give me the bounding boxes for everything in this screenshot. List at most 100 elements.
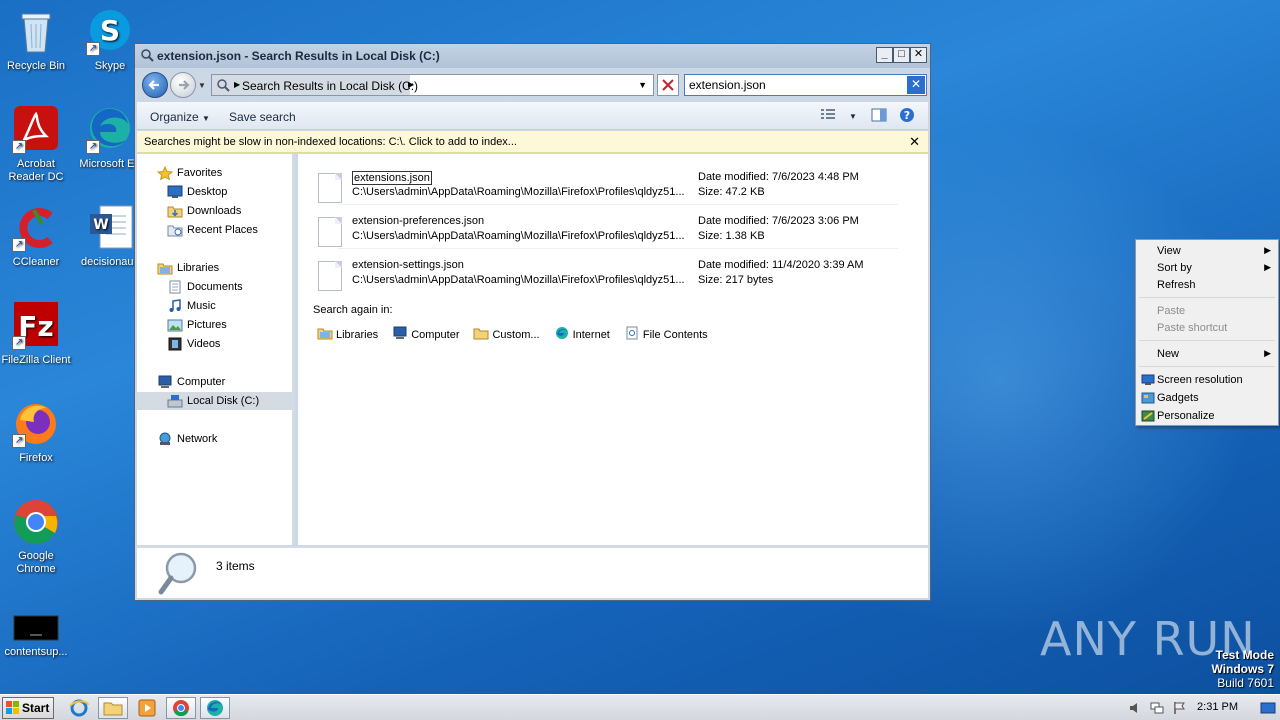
start-button[interactable]: Start xyxy=(2,697,54,719)
preview-pane-icon[interactable] xyxy=(871,108,887,125)
search-input[interactable] xyxy=(685,75,905,95)
nav-recent-places-label: Recent Places xyxy=(187,224,258,236)
submenu-arrow-icon: ▶ xyxy=(1264,245,1271,255)
search-again-label: Search again in: xyxy=(313,304,393,316)
nav-libraries-label: Libraries xyxy=(177,262,220,274)
desktop-icon-ccleaner[interactable]: ↗ CCleaner xyxy=(0,204,74,269)
recent-pages-chevron-icon[interactable]: ▼ xyxy=(198,81,206,90)
action-center-flag-icon[interactable] xyxy=(1172,701,1186,718)
menu-item-paste-shortcut: Paste shortcut xyxy=(1157,322,1228,334)
desktop-icon-filezilla[interactable]: Fz ↗ FileZilla Client xyxy=(0,302,74,367)
test-mode-text: Test Mode Windows 7 Build 7601 xyxy=(1211,648,1274,690)
menu-item-sort-by[interactable]: Sort by xyxy=(1157,262,1192,274)
address-bar[interactable]: ▶ Search Results in Local Disk (C:) ▶ ▼ xyxy=(211,74,654,96)
organize-button[interactable]: Organize ▼ xyxy=(150,110,210,124)
desktop-icon-label: contentsup... xyxy=(4,646,68,658)
svg-text:?: ? xyxy=(904,109,910,122)
help-icon[interactable]: ? xyxy=(899,107,915,126)
svg-text:W: W xyxy=(93,217,108,233)
star-icon xyxy=(156,165,174,181)
result-date: Date modified: 7/6/2023 3:06 PM xyxy=(698,215,859,227)
test-mode-line1: Test Mode xyxy=(1215,648,1274,662)
file-icon xyxy=(318,173,342,203)
back-button[interactable] xyxy=(142,72,168,98)
search-again-options: Libraries Computer Custom... Internet Fi… xyxy=(317,326,708,343)
chrome-icon xyxy=(173,700,189,717)
menu-item-new[interactable]: New xyxy=(1157,348,1179,360)
svg-text:S: S xyxy=(100,14,120,47)
libraries-icon xyxy=(317,326,333,343)
result-item[interactable]: extension-preferences.json C:\Users\admi… xyxy=(312,212,912,250)
test-mode-line3: Build 7601 xyxy=(1217,676,1274,690)
result-item[interactable]: extensions.json C:\Users\admin\AppData\R… xyxy=(312,168,912,206)
desktop-icon-label: Recycle Bin xyxy=(6,60,66,72)
stop-search-button[interactable] xyxy=(657,74,679,96)
result-item[interactable]: extension-settings.json C:\Users\admin\A… xyxy=(312,256,912,294)
desktop-icon-chrome[interactable]: Google Chrome xyxy=(0,498,74,576)
taskbar-edge[interactable] xyxy=(200,697,230,719)
clock[interactable]: 2:31 PM xyxy=(1197,701,1238,713)
desktop-context-menu: View ▶ Sort by ▶ Refresh Paste Paste sho… xyxy=(1135,239,1279,426)
crumb-chevron-icon[interactable]: ▶ xyxy=(234,80,240,89)
show-desktop-icon[interactable] xyxy=(1260,700,1276,719)
menu-item-screen-resolution[interactable]: Screen resolution xyxy=(1157,374,1243,386)
address-crumb[interactable]: Search Results in Local Disk (C:) xyxy=(242,79,418,93)
desktop-icon-contentsup[interactable]: contentsup... xyxy=(0,614,74,659)
taskbar: Start 2:31 PM xyxy=(0,694,1280,720)
view-options-chevron-icon[interactable]: ▼ xyxy=(849,112,857,121)
maximize-button[interactable]: □ xyxy=(893,47,910,63)
menu-item-gadgets[interactable]: Gadgets xyxy=(1157,392,1199,404)
address-dropdown-icon[interactable]: ▼ xyxy=(638,80,647,90)
search-again-internet[interactable]: Internet xyxy=(554,326,610,343)
desktop-icon-label: Microsoft Ed xyxy=(79,158,141,170)
result-path: C:\Users\admin\AppData\Roaming\Mozilla\F… xyxy=(352,186,685,198)
menu-item-view[interactable]: View xyxy=(1157,245,1181,257)
clear-search-icon[interactable]: ✕ xyxy=(907,76,925,94)
menu-item-personalize[interactable]: Personalize xyxy=(1157,410,1214,422)
nav-local-disk[interactable]: Local Disk (C:) xyxy=(137,392,292,410)
videos-icon xyxy=(167,337,183,351)
music-icon xyxy=(167,299,183,313)
search-box[interactable]: ✕ xyxy=(684,74,927,96)
skype-icon: S ↗ xyxy=(86,8,134,56)
desktop-icon-label: decisionaus xyxy=(80,256,140,268)
result-path: C:\Users\admin\AppData\Roaming\Mozilla\F… xyxy=(352,230,685,242)
divider xyxy=(338,204,898,205)
search-again-internet-label: Internet xyxy=(572,328,610,341)
gadgets-icon xyxy=(1141,392,1155,404)
desktop-icon-recycle-bin[interactable]: Recycle Bin xyxy=(0,8,74,73)
search-again-file-contents[interactable]: File Contents xyxy=(624,326,708,343)
search-again-libraries[interactable]: Libraries xyxy=(317,326,378,343)
result-name: extension-settings.json xyxy=(352,259,464,271)
close-button[interactable]: ✕ xyxy=(910,47,927,63)
file-icon xyxy=(318,261,342,291)
word-doc-icon: W xyxy=(86,204,134,252)
save-search-button[interactable]: Save search xyxy=(229,110,296,124)
desktop-icon-firefox[interactable]: ↗ Firefox xyxy=(0,400,74,465)
desktop-folder-icon xyxy=(167,185,183,199)
crumb-dropdown-icon[interactable]: ▶ xyxy=(408,80,414,89)
speaker-icon[interactable] xyxy=(1128,701,1142,718)
minimize-button[interactable]: _ xyxy=(876,47,893,63)
forward-button[interactable] xyxy=(170,72,196,98)
computer-icon xyxy=(392,326,408,343)
change-view-icon[interactable] xyxy=(820,108,836,125)
search-again-custom[interactable]: Custom... xyxy=(473,326,540,343)
network-tray-icon[interactable] xyxy=(1150,701,1164,718)
search-again-custom-label: Custom... xyxy=(492,328,540,341)
taskbar-explorer[interactable] xyxy=(98,697,128,719)
taskbar-media-player[interactable] xyxy=(132,697,162,719)
title-bar[interactable]: extension.json - Search Results in Local… xyxy=(135,44,930,68)
menu-item-refresh[interactable]: Refresh xyxy=(1157,279,1196,291)
filezilla-icon: Fz ↗ xyxy=(12,302,60,350)
index-info-bar[interactable]: Searches might be slow in non-indexed lo… xyxy=(137,131,928,153)
taskbar-ie[interactable] xyxy=(64,697,94,719)
close-icon[interactable]: ✕ xyxy=(909,134,920,150)
taskbar-chrome[interactable] xyxy=(166,697,196,719)
desktop-icon-acrobat[interactable]: ↗ Acrobat Reader DC xyxy=(0,106,74,184)
desktop-icon-label: Skype xyxy=(94,60,126,72)
libraries-icon xyxy=(157,261,173,275)
ccleaner-icon: ↗ xyxy=(12,204,60,252)
command-bar: Organize ▼ Save search ▼ ? xyxy=(137,102,928,130)
search-again-computer[interactable]: Computer xyxy=(392,326,459,343)
